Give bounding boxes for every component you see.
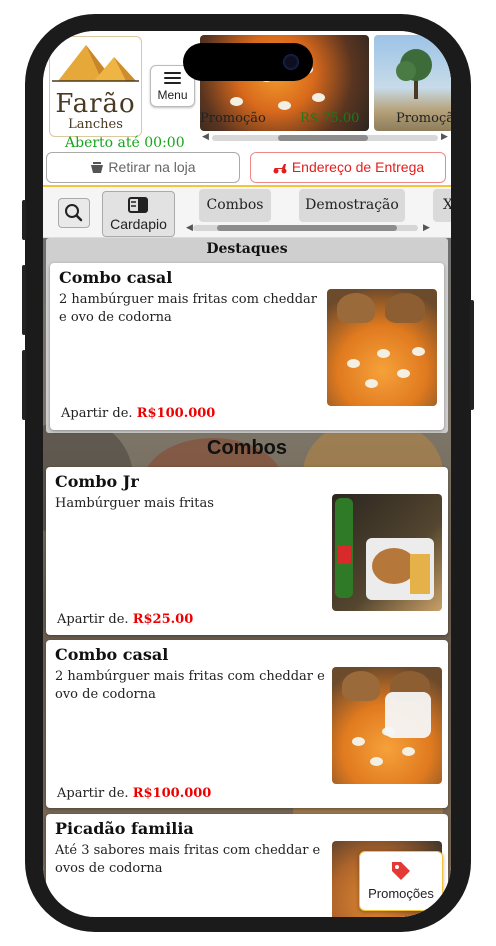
price-prefix: Apartir de. [57, 612, 129, 627]
delivery-label: Endereço de Entrega [291, 159, 425, 175]
store-logo[interactable]: Farão Lanches [49, 36, 142, 137]
pickup-button[interactable]: Retirar na loja [46, 152, 240, 183]
search-icon [65, 204, 83, 222]
floating-overlay-button[interactable] [385, 692, 431, 738]
product-card[interactable]: Combo Jr Hambúrguer mais fritas Apartir … [46, 467, 448, 635]
menu-label: Menu [157, 88, 188, 102]
logo-name: Farão [55, 89, 136, 119]
scroll-thumb[interactable] [278, 135, 368, 141]
product-name: Combo casal [59, 268, 173, 287]
featured-title: Destaques [206, 241, 288, 257]
product-price-line: Apartir de. R$25.00 [57, 612, 193, 627]
tag-icon [392, 862, 410, 880]
product-name: Combo casal [55, 645, 169, 664]
product-name: Combo Jr [55, 472, 139, 491]
scroll-left-icon[interactable]: ◀ [186, 223, 193, 233]
product-price: R$100.000 [132, 786, 212, 801]
product-image [327, 289, 437, 406]
product-price-line: Apartir de. R$100.000 [61, 406, 215, 421]
scooter-icon [273, 164, 287, 174]
dynamic-island [183, 43, 313, 81]
volume-down-button [22, 350, 26, 420]
tree-image-icon [396, 49, 432, 99]
price-prefix: Apartir de. [61, 406, 133, 421]
promotions-label: Promoções [368, 886, 434, 901]
section-title: Combos [207, 437, 287, 459]
open-status: Aberto até 00:00 [65, 135, 185, 151]
product-price-line: Apartir de. R$100.000 [57, 786, 211, 801]
product-name: Picadão familia [55, 819, 194, 838]
scroll-left-icon[interactable]: ◀ [202, 132, 209, 142]
delivery-button[interactable]: Endereço de Entrega [250, 152, 446, 183]
product-image [332, 494, 442, 611]
product-price: R$100.000 [136, 406, 216, 421]
scroll-thumb[interactable] [217, 225, 397, 231]
camera-icon [283, 54, 299, 70]
promo-scrollbar[interactable]: ◀ ▶ [200, 132, 451, 144]
book-icon [128, 197, 148, 213]
promo-label: Promoção [200, 111, 266, 126]
basket-icon [91, 162, 104, 173]
product-description: Hambúrguer mais fritas [55, 496, 214, 511]
volume-up-button [22, 265, 26, 335]
cardapio-button[interactable]: Cardapio [102, 191, 175, 237]
tab-x[interactable]: X [433, 189, 451, 222]
tab-demostracao[interactable]: Demostração [299, 189, 405, 222]
product-price: R$25.00 [132, 612, 194, 627]
promotions-button[interactable]: Promoções [359, 851, 443, 911]
promo-label: Promoção [396, 111, 451, 126]
scroll-right-icon[interactable]: ▶ [441, 132, 448, 142]
side-button [22, 200, 26, 240]
promo-price: R$ 75.00 [300, 111, 360, 126]
logo-subtitle: Lanches [68, 117, 123, 132]
product-description: 2 hambúrguer mais fritas com cheddar e o… [59, 292, 318, 325]
scroll-right-icon[interactable]: ▶ [423, 223, 430, 233]
hamburger-icon [164, 72, 181, 85]
category-bar: Cardapio Combos Demostração X ◀ ▶ [43, 187, 451, 238]
screen: Farão Lanches Aberto até 00:00 Menu Prom… [43, 31, 451, 917]
price-prefix: Apartir de. [57, 786, 129, 801]
tab-combos[interactable]: Combos [199, 189, 271, 222]
search-button[interactable] [58, 198, 90, 228]
pyramid-logo-icon [52, 45, 139, 82]
product-description: Até 3 sabores mais fritas com cheddar e … [55, 843, 321, 876]
product-description: 2 hambúrguer mais fritas com cheddar e o… [55, 669, 325, 702]
power-button [470, 300, 474, 410]
cardapio-label: Cardapio [110, 216, 167, 232]
promo-card[interactable]: Promoção [374, 35, 451, 131]
featured-product-card[interactable]: Combo casal 2 hambúrguer mais fritas com… [50, 263, 444, 430]
pickup-label: Retirar na loja [108, 159, 196, 175]
